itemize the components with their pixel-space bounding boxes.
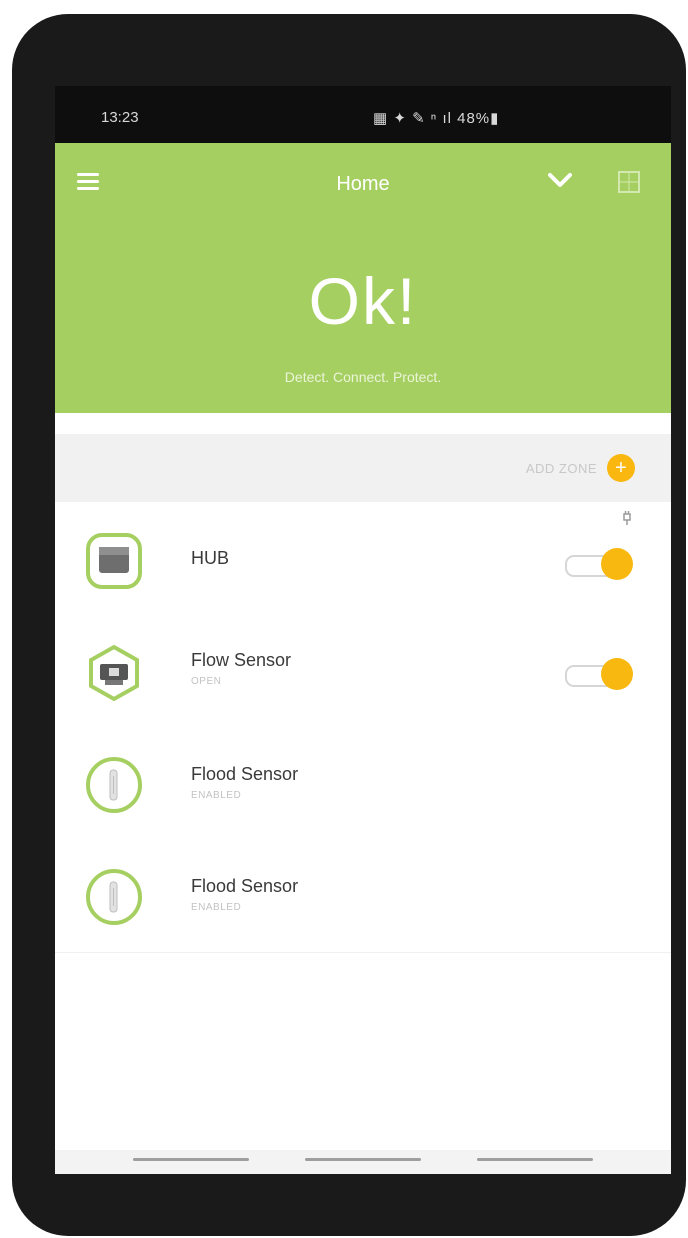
flow-sensor-toggle[interactable] [565,658,635,690]
device-name: Flood Sensor [191,764,299,784]
device-status: ENABLED [191,790,242,801]
device-name: Flood Sensor [191,876,299,896]
device-name: HUB [191,548,230,568]
tagline: Detect. Connect. Protect. [284,369,442,385]
device-row-hub[interactable]: HUB [55,504,671,617]
flood-sensor-icon [86,757,142,813]
chevron-down-icon[interactable] [547,170,573,190]
flow-sensor-icon [89,644,139,702]
device-status: ENABLED [191,902,242,913]
system-status-text: Ok! [308,264,418,338]
app-screen: 13:23 ▦ ✦ ✎ ⁿ ıl 48%▮ Home Ok! Detect. C… [55,86,671,1174]
app-header: Home Ok! Detect. Connect. Protect. [55,143,671,413]
plug-icon [623,511,631,525]
device-name: Flow Sensor [191,650,292,670]
plus-icon: + [607,454,635,482]
page-title[interactable]: Home [55,173,671,196]
device-row-flood-sensor-2[interactable]: Flood Sensor ENABLED [55,840,671,953]
status-time: 13:23 [101,109,139,126]
device-status: OPEN [191,676,222,687]
add-zone-label: ADD ZONE [525,461,597,476]
nav-segment-3[interactable] [477,1158,593,1161]
device-row-flow-sensor[interactable]: Flow Sensor OPEN [55,616,671,729]
bottom-navigation [55,1150,671,1174]
nav-segment-1[interactable] [133,1158,249,1161]
nav-segment-2[interactable] [305,1158,421,1161]
device-row-flood-sensor-1[interactable]: Flood Sensor ENABLED [55,728,671,841]
hub-toggle[interactable] [565,548,635,580]
zone-bar: ADD ZONE + [55,434,671,502]
hub-device-icon [86,533,142,589]
status-icons: ▦ ✦ ✎ ⁿ ıl 48%▮ [373,110,500,127]
phone-frame: 13:23 ▦ ✦ ✎ ⁿ ıl 48%▮ Home Ok! Detect. C… [12,14,686,1236]
fullscreen-icon[interactable] [617,170,641,194]
status-bar: 13:23 ▦ ✦ ✎ ⁿ ıl 48%▮ [55,86,671,143]
flood-sensor-icon [86,869,142,925]
